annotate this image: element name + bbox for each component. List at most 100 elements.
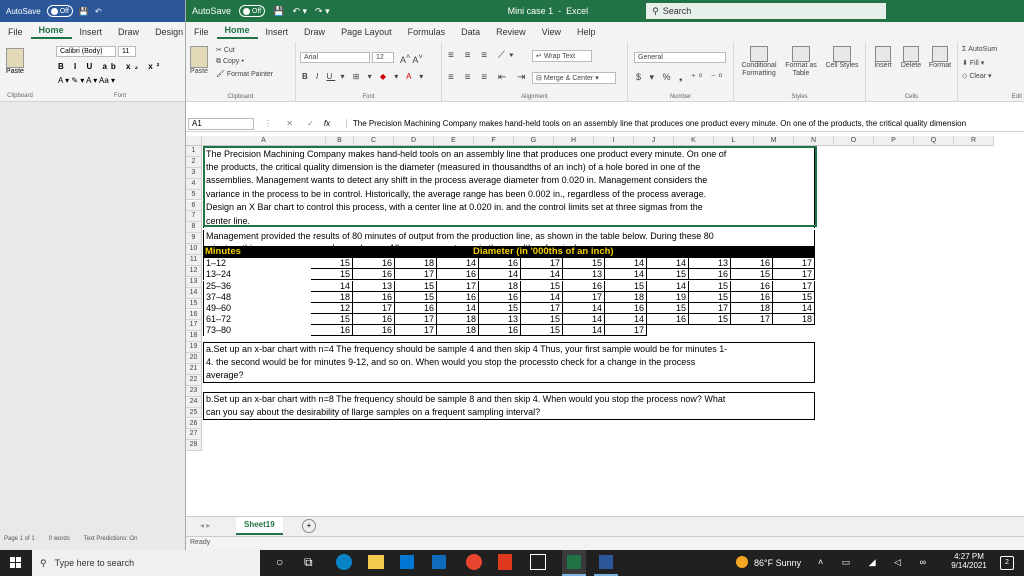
diameter-value[interactable]: 17 [773, 269, 815, 281]
diameter-value[interactable]: 17 [521, 258, 563, 270]
column-header[interactable]: K [674, 136, 714, 146]
column-header[interactable]: M [754, 136, 794, 146]
word-font-name[interactable]: Calibri (Body) [56, 46, 116, 57]
column-header[interactable]: G [514, 136, 554, 146]
column-header[interactable]: I [594, 136, 634, 146]
excel-menu-page-layout[interactable]: Page Layout [333, 27, 400, 37]
font-name-select[interactable]: Arial [300, 52, 370, 63]
paste-button[interactable]: Paste [190, 46, 208, 75]
column-header[interactable]: L [714, 136, 754, 146]
diameter-value[interactable]: 16 [311, 325, 353, 337]
diameter-value[interactable]: 17 [395, 314, 437, 326]
wrap-text-button[interactable]: ↵ Wrap Text [532, 50, 592, 62]
diameter-value[interactable]: 13 [563, 269, 605, 281]
diameter-value[interactable]: 14 [605, 314, 647, 326]
row-header[interactable]: 20 [186, 353, 202, 364]
diameter-value[interactable]: 16 [395, 302, 437, 315]
autosum-button[interactable]: Σ AutoSum [962, 46, 997, 53]
word-color-buttons[interactable]: A ▾ ✎ ▾ A ▾ Aa ▾ [58, 76, 115, 85]
diameter-value[interactable]: 16 [353, 314, 395, 326]
format-painter-button[interactable]: 🖌 Format Painter [216, 70, 273, 78]
column-header[interactable]: H [554, 136, 594, 146]
diameter-value[interactable]: 15 [521, 325, 563, 337]
diameter-value[interactable]: 16 [479, 325, 521, 337]
excel-menu-help[interactable]: Help [569, 27, 604, 37]
task-view-icon[interactable]: ⧉ [304, 555, 313, 570]
diameter-value[interactable]: 18 [731, 302, 773, 315]
row-header[interactable]: 3 [186, 167, 202, 179]
diameter-value[interactable]: 15 [689, 314, 731, 326]
office-icon[interactable] [498, 554, 512, 570]
column-header[interactable]: B [326, 136, 354, 146]
column-header[interactable]: N [794, 136, 834, 146]
row-header[interactable]: 26 [186, 418, 202, 430]
edge-icon[interactable] [336, 554, 352, 570]
diameter-value[interactable]: 15 [311, 258, 353, 270]
diameter-value[interactable]: 14 [773, 302, 815, 315]
undo-icon[interactable]: ↶ [95, 7, 102, 16]
diameter-value[interactable]: 17 [605, 325, 647, 337]
diameter-value[interactable]: 16 [437, 291, 479, 303]
diameter-value[interactable]: 14 [647, 258, 689, 270]
diameter-value[interactable]: 15 [521, 280, 563, 292]
row-header[interactable]: 9 [186, 233, 202, 245]
row-header[interactable]: 23 [186, 385, 202, 397]
diameter-value[interactable]: 16 [353, 325, 395, 337]
diameter-value[interactable]: 16 [563, 280, 605, 292]
sheet-nav-buttons[interactable]: ◂ ▸ [200, 521, 210, 530]
excel-menu-file[interactable]: File [186, 27, 217, 37]
row-header[interactable]: 16 [186, 309, 202, 321]
cell-styles-button[interactable]: Cell Styles [824, 46, 860, 70]
diameter-value[interactable]: 14 [479, 269, 521, 281]
diameter-value[interactable]: 14 [521, 291, 563, 303]
insert-cells-button[interactable]: Insert [870, 46, 896, 69]
merge-center-button[interactable]: ⊟ Merge & Center ▾ [532, 72, 616, 84]
column-header[interactable]: Q [914, 136, 954, 146]
column-header[interactable]: P [874, 136, 914, 146]
cut-button[interactable]: ✂ Cut [216, 46, 235, 54]
diameter-value[interactable]: 14 [437, 258, 479, 270]
name-box[interactable]: A1 [188, 117, 254, 130]
diameter-value[interactable]: 15 [311, 314, 353, 326]
conditional-formatting-button[interactable]: Conditional Formatting [740, 46, 778, 78]
row-header[interactable]: 6 [186, 200, 202, 212]
excel-menu-review[interactable]: Review [488, 27, 534, 37]
row-header[interactable]: 22 [186, 374, 202, 386]
row-header[interactable]: 24 [186, 396, 202, 408]
word-font-size[interactable]: 11 [118, 46, 136, 57]
diameter-value[interactable]: 16 [731, 280, 773, 292]
copy-button[interactable]: ⧉ Copy ▾ [216, 58, 244, 66]
add-sheet-icon[interactable]: + [302, 519, 316, 533]
row-header[interactable]: 10 [186, 244, 202, 255]
cortana-icon[interactable]: ○ [276, 555, 283, 569]
tray-icons[interactable]: ˄ ▭ ◢ ◁ ∞ [818, 557, 934, 568]
delete-cells-button[interactable]: Delete [898, 46, 924, 69]
row-header[interactable]: 8 [186, 222, 202, 234]
column-header[interactable]: E [434, 136, 474, 146]
diameter-value[interactable]: 15 [395, 280, 437, 292]
diameter-value[interactable]: 13 [689, 258, 731, 270]
font-size-select[interactable]: 12 [372, 52, 394, 63]
row-header[interactable]: 13 [186, 276, 202, 288]
number-format-select[interactable]: General [634, 52, 726, 63]
column-header[interactable]: R [954, 136, 994, 146]
excel-menu-data[interactable]: Data [453, 27, 488, 37]
diameter-value[interactable]: 13 [479, 314, 521, 326]
excel-taskbar-button[interactable] [562, 550, 586, 576]
diameter-value[interactable]: 15 [521, 314, 563, 326]
taskbar-search[interactable]: ⚲ Type here to search [32, 550, 260, 576]
word-menu-home[interactable]: Home [30, 25, 72, 39]
diameter-value[interactable]: 14 [605, 258, 647, 270]
column-header[interactable]: J [634, 136, 674, 146]
diameter-value[interactable]: 14 [437, 302, 479, 315]
diameter-value[interactable]: 15 [395, 291, 437, 303]
grow-shrink-font[interactable]: A˄ A˅ [400, 52, 423, 65]
undo-icon[interactable]: ↶ ▾ [292, 6, 307, 17]
save-icon[interactable]: 💾 [79, 7, 89, 16]
word-menu-file[interactable]: File [0, 27, 31, 37]
diameter-value[interactable]: 17 [731, 314, 773, 326]
diameter-value[interactable]: 15 [773, 291, 815, 303]
diameter-value[interactable]: 18 [311, 291, 353, 303]
diameter-value[interactable]: 16 [479, 258, 521, 270]
font-format-buttons[interactable]: B I U ▾ ⊞ ▾ ◆ ▾ A ▾ [302, 72, 426, 81]
